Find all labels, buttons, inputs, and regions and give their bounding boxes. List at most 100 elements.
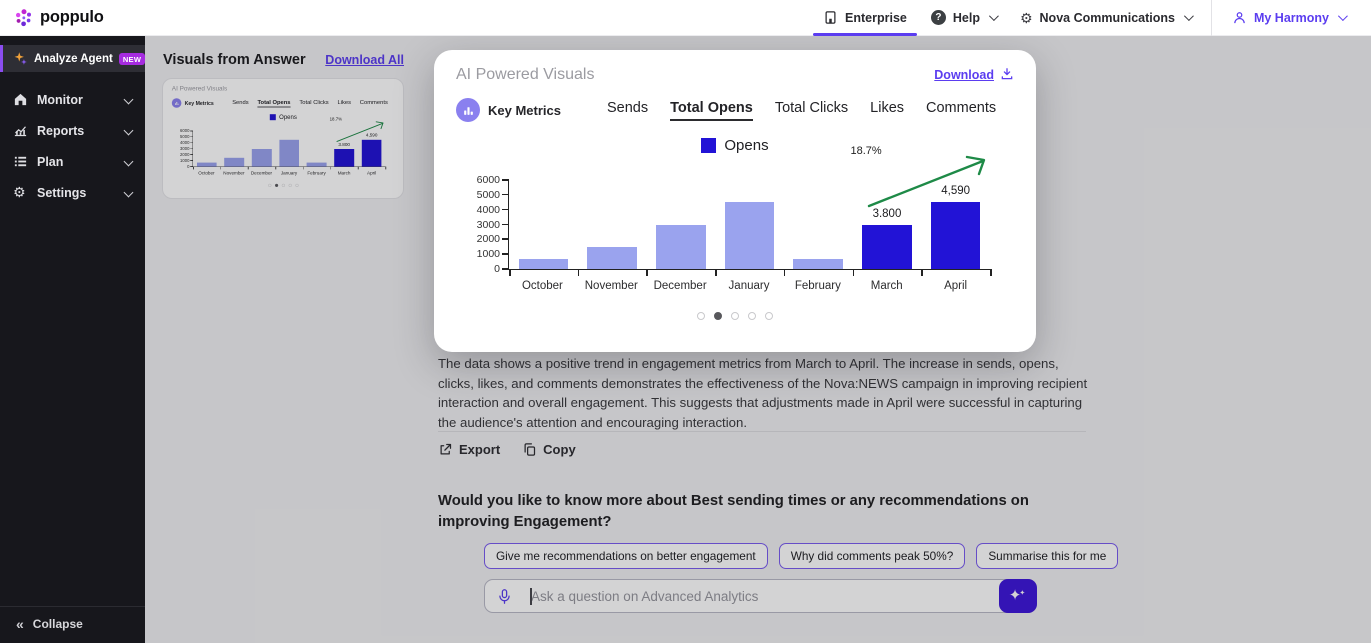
y-axis-tick-label: 4000	[462, 204, 500, 216]
help-menu[interactable]: ? Help	[919, 0, 1008, 36]
download-button[interactable]: Download	[934, 67, 1014, 84]
sidebar-item-reports[interactable]: Reports	[0, 115, 145, 146]
sidebar-item-label: Monitor	[37, 93, 83, 107]
logo-wordmark: poppulo	[40, 8, 104, 27]
sidebar-collapse-button[interactable]: « Collapse	[0, 606, 145, 643]
y-axis-tick-label: 6000	[462, 174, 500, 186]
y-axis-tick-label: 5000	[462, 189, 500, 201]
carousel-dots	[456, 312, 1014, 320]
poppulo-logo-icon	[14, 8, 34, 28]
bar-january	[725, 202, 774, 269]
x-axis-label: January	[715, 280, 784, 292]
x-axis-tick	[715, 269, 717, 276]
x-axis-tick	[853, 269, 855, 276]
growth-arrow-icon	[865, 154, 995, 212]
org-menu[interactable]: ⚙ Nova Communications	[1008, 0, 1203, 36]
bar-march	[862, 225, 911, 270]
collapse-icon: «	[16, 617, 24, 631]
sidebar-item-settings[interactable]: ⚙ Settings	[0, 177, 145, 208]
chart-legend: Opens	[456, 137, 1014, 154]
chevron-down-icon	[989, 11, 999, 21]
bar-november	[587, 247, 636, 269]
x-axis-tick	[784, 269, 786, 276]
key-metrics-icon	[456, 98, 480, 122]
carousel-dot[interactable]	[714, 312, 722, 320]
chevron-down-icon	[124, 157, 134, 167]
y-axis-tick	[502, 209, 509, 211]
bar-december	[656, 225, 705, 270]
chevron-down-icon	[1184, 11, 1194, 21]
bar-february	[793, 259, 842, 269]
y-axis-tick	[502, 194, 509, 196]
sidebar: Analyze Agent NEW Monitor Reports Plan ⚙ Setti…	[0, 36, 145, 643]
x-axis-label: November	[577, 280, 646, 292]
metric-tabs: Sends Total Opens Total Clicks Likes Comment…	[607, 100, 996, 121]
chevron-down-icon	[124, 188, 134, 198]
enterprise-label: Enterprise	[845, 11, 907, 25]
y-axis-tick	[502, 253, 509, 255]
carousel-dot[interactable]	[765, 312, 773, 320]
y-axis-tick-label: 0	[462, 263, 500, 275]
tab-total-opens[interactable]: Total Opens	[670, 100, 753, 121]
tab-likes[interactable]: Likes	[870, 100, 904, 121]
y-axis-tick	[502, 238, 509, 240]
user-icon	[1232, 10, 1247, 25]
sparkle-icon	[13, 51, 28, 66]
sidebar-item-label: Analyze Agent	[34, 53, 113, 65]
collapse-label: Collapse	[33, 617, 83, 631]
tab-enterprise[interactable]: Enterprise	[811, 0, 919, 36]
sidebar-item-monitor[interactable]: Monitor	[0, 84, 145, 115]
sidebar-item-label: Plan	[37, 155, 63, 169]
bar-october	[519, 259, 568, 269]
home-icon	[13, 92, 28, 107]
help-icon: ?	[931, 10, 946, 25]
header-divider	[1211, 0, 1212, 36]
gear-icon: ⚙	[13, 185, 28, 200]
top-bar: poppulo Enterprise ? Help ⚙ Nova Communi…	[0, 0, 1371, 36]
ai-visuals-modal: AI Powered VisualsDownloadKey MetricsSen…	[434, 50, 1036, 352]
y-axis-tick-label: 1000	[462, 248, 500, 260]
help-label: Help	[953, 11, 980, 25]
tab-comments[interactable]: Comments	[926, 100, 996, 121]
y-axis-tick	[502, 179, 509, 181]
y-axis-tick	[502, 224, 509, 226]
opens-bar-chart: 01000200030004000500060003.8004,59018.7%…	[508, 180, 990, 292]
x-axis-label: February	[783, 280, 852, 292]
x-axis-label: March	[852, 280, 921, 292]
chevron-down-icon	[1338, 11, 1348, 21]
main-content: Visuals from Answer Download All AI Powe…	[145, 36, 1371, 643]
new-badge: NEW	[119, 53, 145, 65]
sidebar-item-label: Reports	[37, 124, 84, 138]
chart-icon	[13, 123, 28, 138]
key-metrics-label: Key Metrics	[488, 103, 561, 118]
x-axis-tick	[578, 269, 580, 276]
x-axis-tick	[646, 269, 648, 276]
tab-sends[interactable]: Sends	[607, 100, 648, 121]
sidebar-item-analyze-agent[interactable]: Analyze Agent NEW	[0, 45, 145, 72]
list-icon	[13, 154, 28, 169]
tab-total-clicks[interactable]: Total Clicks	[775, 100, 848, 121]
x-axis-tick	[921, 269, 923, 276]
x-axis-label: December	[646, 280, 715, 292]
y-axis-tick-label: 3000	[462, 219, 500, 231]
x-axis-tick	[509, 269, 511, 276]
sidebar-nav: Analyze Agent NEW Monitor Reports Plan ⚙ Setti…	[0, 45, 145, 208]
x-axis-label: April	[921, 280, 990, 292]
carousel-dot[interactable]	[748, 312, 756, 320]
user-menu[interactable]: My Harmony	[1220, 0, 1357, 36]
poppulo-logo[interactable]: poppulo	[14, 8, 104, 28]
download-label: Download	[934, 68, 994, 82]
sidebar-item-label: Settings	[37, 186, 86, 200]
gear-icon: ⚙	[1020, 11, 1033, 25]
chevron-down-icon	[124, 95, 134, 105]
y-axis-tick	[502, 268, 509, 270]
chevron-down-icon	[124, 126, 134, 136]
legend-label: Opens	[724, 137, 768, 154]
x-axis-tick	[990, 269, 992, 276]
enterprise-icon	[823, 10, 838, 25]
carousel-dot[interactable]	[697, 312, 705, 320]
carousel-dot[interactable]	[731, 312, 739, 320]
active-tab-underline	[813, 33, 917, 36]
y-axis-tick-label: 2000	[462, 233, 500, 245]
sidebar-item-plan[interactable]: Plan	[0, 146, 145, 177]
